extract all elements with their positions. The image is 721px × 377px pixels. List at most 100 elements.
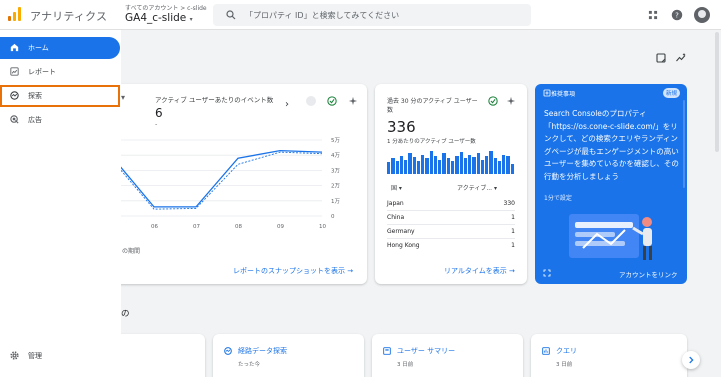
svg-text:?: ? — [675, 12, 679, 20]
nav-item-reports[interactable]: レポート — [0, 61, 120, 83]
line-chart: 5万 4万 3万 2万 1万 0 06 07 08 09 10 — [111, 137, 340, 230]
sparkle-icon[interactable] — [506, 96, 516, 106]
minute-bar — [493, 158, 497, 174]
property-selector[interactable]: GA4_c-slide ▾ — [125, 12, 193, 24]
realtime-card: 過去 30 分のアクティブ ユーザー数 336 1 分あたりのアクティブ ユーザ… — [375, 84, 527, 284]
minute-bar — [506, 155, 510, 174]
cell-country: China — [387, 214, 405, 221]
minute-bar — [408, 153, 412, 174]
series-line — [111, 149, 323, 208]
column-country[interactable]: 国 ▾ — [391, 183, 402, 192]
per-minute-label: 1 分あたりのアクティブ ユーザー数 — [387, 139, 476, 145]
page-scrollbar[interactable] — [715, 32, 719, 152]
y-tick-label: 3万 — [331, 167, 340, 174]
cell-users: 1 — [511, 242, 515, 249]
minute-bar — [451, 161, 455, 174]
minute-bar — [510, 163, 514, 174]
recent-title[interactable]: クエリ — [556, 346, 577, 356]
nav-item-home[interactable]: ホーム — [0, 37, 120, 59]
minute-bar — [480, 159, 485, 174]
view-realtime-link[interactable]: リアルタイムを表示 → — [444, 266, 515, 276]
recent-card[interactable]: クエリ 3 日前 — [531, 334, 687, 377]
help-icon[interactable]: ? — [670, 8, 684, 22]
fullscreen-icon[interactable] — [543, 269, 551, 277]
recent-card[interactable]: ユーザー サマリー 3 日前 — [372, 334, 523, 377]
overview-card: ▾ アクティブ ユーザーあたりのイベント数 6 - › 5万 4万 3万 2万 1万 0 0… — [104, 84, 367, 284]
table-row: Hong Kong 1 — [387, 239, 515, 253]
caret-down-icon[interactable]: ▾ — [121, 93, 125, 102]
nav-item-advertising[interactable]: 広告 — [0, 109, 120, 131]
metric-label[interactable]: アクティブ ユーザーあたりのイベント数 — [155, 94, 273, 104]
cell-country: Germany — [387, 228, 415, 235]
explore-icon — [10, 91, 19, 100]
analytics-logo-icon[interactable] — [8, 7, 22, 21]
apps-grid-icon[interactable] — [646, 8, 660, 22]
chevron-down-icon: ▾ — [189, 16, 193, 23]
chart-footer: の期間 — [122, 248, 141, 255]
check-circle-icon — [488, 96, 498, 106]
search-icon — [226, 10, 236, 20]
y-tick-label: 4万 — [331, 152, 340, 159]
home-icon — [10, 43, 19, 52]
minute-bar — [425, 158, 429, 174]
view-snapshot-link[interactable]: レポートのスナップショットを表示 → — [233, 266, 353, 276]
minute-bar — [399, 155, 404, 174]
property-name: GA4_c-slide — [125, 12, 187, 24]
nav-label-explore: 探索 — [28, 92, 42, 100]
new-badge: 新規 — [663, 88, 681, 98]
check-circle-icon — [327, 96, 337, 106]
cell-country: Hong Kong — [387, 242, 420, 249]
x-tick-label: 10 — [319, 224, 326, 230]
recent-card[interactable]: 経路データ探索 たった今 — [213, 334, 364, 377]
minute-bar — [416, 161, 421, 174]
recent-time: 3 日前 — [556, 362, 573, 368]
x-tick-label: 08 — [235, 224, 242, 230]
table-row: Japan 330 — [387, 197, 515, 211]
y-tick-label: 5万 — [331, 137, 340, 144]
cell-country: Japan — [387, 200, 404, 207]
x-tick-label: 06 — [151, 224, 158, 230]
realtime-label[interactable]: 過去 30 分のアクティブ ユーザー数 — [387, 97, 479, 115]
nav-item-explore[interactable]: 探索 — [0, 85, 120, 107]
nav-label-admin: 管理 — [28, 352, 42, 360]
nav-item-admin[interactable]: 管理 — [0, 345, 120, 367]
minute-bar — [391, 158, 395, 174]
recent-title[interactable]: ユーザー サマリー — [397, 346, 455, 356]
cell-users: 1 — [511, 228, 515, 235]
minute-bar — [421, 154, 425, 174]
left-nav: ホーム レポート 探索 広告 管理 — [0, 30, 121, 377]
nav-label-advertising: 広告 — [28, 116, 42, 124]
app-title[interactable]: アナリティクス — [30, 8, 107, 24]
next-button[interactable] — [682, 351, 700, 369]
search-input[interactable]: 「プロパティ ID」と検索してみてください — [213, 4, 531, 26]
advertising-icon — [10, 115, 19, 124]
link-account-button[interactable]: アカウントをリンク — [619, 269, 678, 279]
table-row: Germany 1 — [387, 225, 515, 239]
recent-title[interactable]: 経路データ探索 — [238, 346, 287, 356]
scrollbar[interactable] — [683, 100, 685, 188]
explore-icon — [224, 347, 232, 355]
chevron-right-icon — [689, 356, 694, 364]
x-tick-label: 09 — [277, 224, 284, 230]
account-avatar[interactable] — [694, 7, 710, 23]
insights-icon[interactable] — [675, 52, 687, 64]
y-tick-label: 1万 — [331, 198, 340, 205]
minute-bar — [442, 153, 446, 174]
recommendation-header: 推奨事項 — [551, 91, 576, 98]
minute-bar — [395, 161, 399, 174]
minute-bar — [459, 151, 463, 174]
chevron-right-icon[interactable]: › — [285, 99, 289, 110]
report-icon — [383, 347, 391, 355]
sparkle-icon[interactable] — [348, 96, 358, 106]
avatar-badge-icon — [306, 96, 316, 106]
top-app-bar: アナリティクス すべてのアカウント > c-slide GA4_c-slide … — [0, 0, 721, 30]
minute-bar — [455, 155, 459, 174]
gear-icon — [10, 351, 19, 360]
minute-bar — [497, 161, 502, 174]
y-tick-label: 0 — [331, 214, 335, 220]
customize-icon[interactable] — [655, 52, 667, 64]
minute-bar — [387, 162, 391, 174]
account-breadcrumb[interactable]: すべてのアカウント > c-slide — [125, 3, 207, 12]
minute-bar — [485, 155, 489, 174]
column-active-users[interactable]: アクティブ... ▾ — [457, 183, 497, 192]
